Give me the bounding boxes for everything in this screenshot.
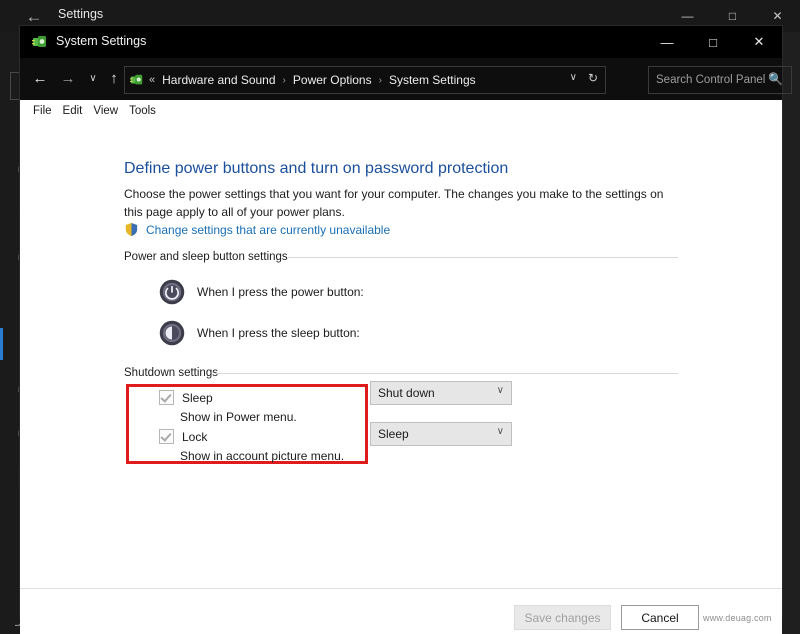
power-button-action-value: Shut down bbox=[378, 386, 435, 400]
chevron-down-icon-2[interactable]: ∨ bbox=[497, 426, 504, 437]
breadcrumb-dropdown-icon[interactable]: ∨ bbox=[570, 72, 577, 83]
power-sleep-group-divider bbox=[288, 257, 678, 258]
screenshot-root: ← Settings — □ ✕ ⌂ S ▭ ◁ ▭ ◂ ○ ▭ ▭ ☷ ⍹ ⎇… bbox=[0, 0, 800, 634]
recent-locations-button[interactable]: ∨ bbox=[82, 68, 104, 90]
sleep-button-icon bbox=[159, 320, 185, 346]
dialog-minimize-button[interactable]: — bbox=[644, 26, 690, 58]
breadcrumb-item-power-options[interactable]: Power Options bbox=[293, 73, 372, 87]
lock-checkbox[interactable] bbox=[159, 429, 174, 444]
lock-checkbox-sublabel: Show in account picture menu. bbox=[180, 449, 345, 463]
menu-item-file[interactable]: File bbox=[33, 105, 52, 117]
dialog-titlebar: System Settings — □ ✕ bbox=[20, 26, 782, 58]
search-placeholder: Search Control Panel bbox=[656, 74, 766, 86]
menu-item-edit[interactable]: Edit bbox=[63, 105, 83, 117]
power-sleep-group-title: Power and sleep button settings bbox=[124, 251, 288, 263]
power-button-icon bbox=[159, 279, 185, 305]
system-settings-icon bbox=[32, 36, 46, 47]
forward-button[interactable]: → bbox=[57, 68, 79, 90]
power-button-setting-row: When I press the power button: bbox=[158, 278, 364, 306]
sleep-button-action-select[interactable]: Sleep ∨ bbox=[370, 422, 512, 446]
power-button-action-select[interactable]: Shut down ∨ bbox=[370, 381, 512, 405]
power-button-setting-label: When I press the power button: bbox=[197, 285, 364, 299]
dialog-footer: Save changes Cancel bbox=[20, 588, 782, 634]
menu-item-tools[interactable]: Tools bbox=[129, 105, 156, 117]
watermark: www.deuag.com bbox=[703, 613, 772, 623]
breadcrumb-overflow-icon[interactable]: « bbox=[149, 74, 155, 86]
breadcrumb-item-system-settings[interactable]: System Settings bbox=[389, 73, 476, 87]
change-settings-link[interactable]: Change settings that are currently unava… bbox=[146, 223, 390, 237]
breadcrumb[interactable]: « Hardware and Sound › Power Options › S… bbox=[124, 66, 606, 94]
page-description: Choose the power settings that you want … bbox=[124, 187, 664, 219]
dialog-address-bar: ← → ∨ ↑ « Hardware and Sound › Power Opt… bbox=[20, 58, 792, 100]
cancel-button[interactable]: Cancel bbox=[621, 605, 699, 630]
sleep-checkbox-sublabel: Show in Power menu. bbox=[180, 410, 297, 424]
sleep-button-setting-label: When I press the sleep button: bbox=[197, 326, 360, 340]
sleep-checkbox-row[interactable]: Sleep bbox=[159, 390, 213, 405]
search-input[interactable]: Search Control Panel 🔍 bbox=[648, 66, 792, 94]
page-title: Define power buttons and turn on passwor… bbox=[124, 160, 509, 177]
shutdown-group-title: Shutdown settings bbox=[124, 367, 218, 379]
control-panel-icon bbox=[130, 74, 143, 85]
breadcrumb-separator-2[interactable]: › bbox=[379, 75, 382, 86]
search-icon[interactable]: 🔍 bbox=[768, 72, 783, 86]
sleep-button-setting-row: When I press the sleep button: bbox=[158, 319, 360, 347]
dialog-content: Define power buttons and turn on passwor… bbox=[20, 122, 782, 588]
sleep-checkbox[interactable] bbox=[159, 390, 174, 405]
save-changes-button[interactable]: Save changes bbox=[514, 605, 611, 630]
menu-bar: File Edit View Tools bbox=[20, 100, 782, 123]
sleep-button-action-value: Sleep bbox=[378, 427, 409, 441]
dialog-maximize-button[interactable]: □ bbox=[690, 26, 736, 58]
settings-app-title: Settings bbox=[58, 7, 104, 21]
breadcrumb-separator-1[interactable]: › bbox=[283, 75, 286, 86]
back-button[interactable]: ← bbox=[29, 68, 51, 90]
system-settings-dialog: System Settings — □ ✕ ← → ∨ ↑ « Hardware… bbox=[20, 26, 792, 634]
shield-icon bbox=[125, 222, 138, 237]
dialog-close-button[interactable]: ✕ bbox=[736, 26, 782, 58]
chevron-down-icon[interactable]: ∨ bbox=[497, 385, 504, 396]
dialog-title: System Settings bbox=[56, 34, 147, 48]
sleep-checkbox-label: Sleep bbox=[182, 390, 213, 405]
breadcrumb-item-hardware-and-sound[interactable]: Hardware and Sound bbox=[162, 73, 275, 87]
change-settings-link-row[interactable]: Change settings that are currently unava… bbox=[124, 222, 390, 237]
menu-item-view[interactable]: View bbox=[93, 105, 118, 117]
dialog-caption-buttons: — □ ✕ bbox=[644, 26, 782, 58]
refresh-icon[interactable]: ↻ bbox=[588, 71, 598, 85]
lock-checkbox-row[interactable]: Lock bbox=[159, 429, 207, 444]
up-button[interactable]: ↑ bbox=[103, 68, 125, 90]
lock-checkbox-label: Lock bbox=[182, 429, 208, 444]
shutdown-group-divider bbox=[216, 373, 678, 374]
